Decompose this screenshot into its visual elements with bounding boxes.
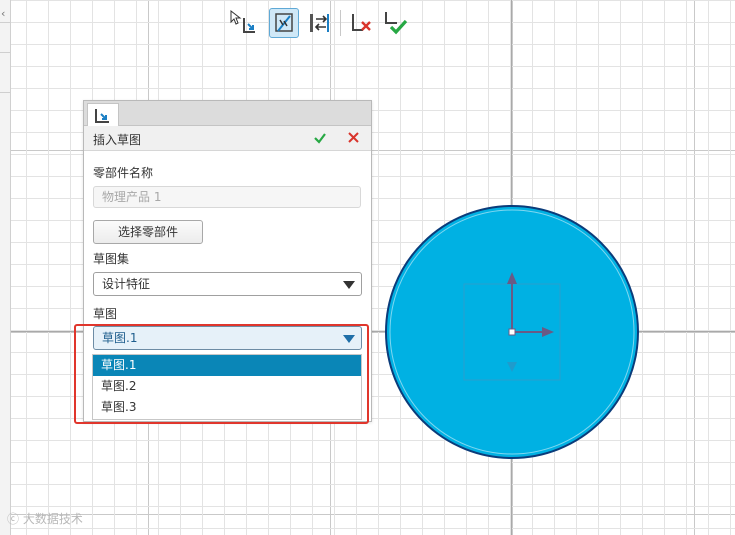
toolbar-separator — [340, 10, 341, 36]
select-arrow-icon[interactable] — [228, 8, 258, 38]
component-name-label: 零部件名称 — [93, 166, 154, 180]
left-side-panel: ‹ — [0, 0, 11, 535]
sketch-set-label: 草图集 — [93, 252, 130, 266]
collapse-left-icon[interactable]: ‹ — [1, 8, 5, 20]
dropdown-arrow-icon — [343, 281, 355, 289]
left-panel-divider — [0, 52, 10, 53]
close-x-icon[interactable] — [347, 131, 360, 147]
ok-check-icon[interactable] — [313, 131, 327, 148]
left-panel-divider — [0, 22, 10, 23]
insert-sketch-tab-icon[interactable] — [87, 103, 119, 127]
left-panel-divider — [0, 92, 10, 93]
top-toolbar — [228, 6, 428, 40]
dialog-title: 插入草图 — [93, 133, 142, 147]
select-component-button[interactable]: 选择零部件 — [93, 220, 203, 244]
sketch-set-select[interactable]: 设计特征 — [93, 272, 362, 296]
component-name-field[interactable]: 物理产品 1 — [93, 186, 361, 208]
dialog-header: 插入草图 — [84, 126, 371, 151]
dialog-tab-bar — [84, 101, 371, 127]
watermark-text: ⓒ 大数据技术 — [7, 512, 83, 526]
insert-sketch-icon[interactable] — [269, 8, 299, 38]
sketch-set-value: 设计特征 — [102, 277, 151, 291]
confirm-icon[interactable] — [380, 8, 410, 38]
watermark-logo-icon: ⓒ — [7, 512, 23, 526]
sketch-label: 草图 — [93, 307, 118, 321]
sketch-circle[interactable] — [384, 204, 640, 460]
annotation-highlight-box — [74, 324, 369, 424]
cancel-icon[interactable] — [346, 8, 376, 38]
reference-switch-icon[interactable] — [304, 8, 334, 38]
